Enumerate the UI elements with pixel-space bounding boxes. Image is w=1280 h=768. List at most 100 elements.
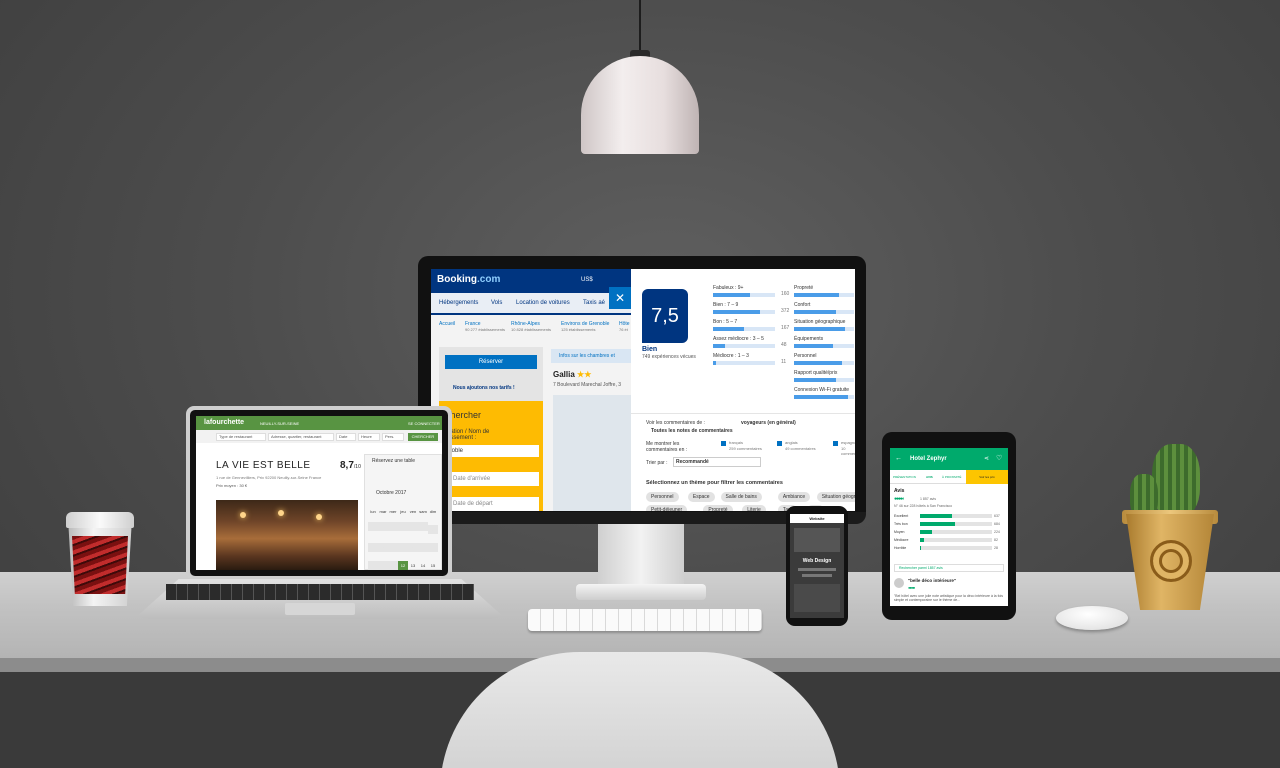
checkout-field[interactable]: Date de départ xyxy=(443,497,539,511)
filter-sub[interactable]: Toutes les notes de commentaires xyxy=(651,428,733,434)
heart-icon[interactable]: ♡ xyxy=(996,454,1002,462)
monitor-screen: Booking.com US$ Hébergements Vols Locati… xyxy=(431,269,855,511)
calendar-day[interactable]: 12 xyxy=(398,561,408,570)
calendar-day[interactable]: 13 xyxy=(408,561,418,570)
view-prices-button[interactable]: Voir les prix xyxy=(966,470,1008,484)
login-link[interactable]: SE CONNECTER xyxy=(408,421,440,426)
theme-chip[interactable]: Espace xyxy=(687,492,715,502)
theme-chip[interactable]: Petit-déjeuner xyxy=(646,505,688,511)
theme-chip[interactable]: Ambiance xyxy=(777,492,811,502)
theme-chip[interactable]: Personnel xyxy=(646,492,679,502)
laptop-keyboard xyxy=(166,584,474,600)
back-arrow-icon[interactable]: ← xyxy=(895,455,902,462)
calendar-day[interactable]: 7 xyxy=(418,543,428,552)
calendar-weekday: dim xyxy=(429,509,437,514)
currency-selector[interactable]: US$ xyxy=(581,277,593,283)
tab-taxis[interactable]: Taxis aé xyxy=(583,300,605,306)
calendar-day xyxy=(398,522,408,531)
category-bar-fill xyxy=(794,395,848,399)
distribution-count: 48 xyxy=(781,342,787,348)
tab-avis[interactable]: AVIS xyxy=(926,475,933,479)
map-area[interactable] xyxy=(553,395,631,511)
ranking: N° 46 sur 228 hôtels à San Francisco xyxy=(894,504,953,508)
distribution-bar-fill xyxy=(713,327,744,331)
breadcrumb-count: 76 ét xyxy=(619,327,628,332)
tablet-screen: ← Hotel Zephyr ⋖ ♡ PRÉSENTATION AVIS À P… xyxy=(890,448,1008,606)
tripadvisor-header xyxy=(890,448,1008,470)
language-name: anglais xyxy=(785,440,798,445)
calendar-day[interactable]: 8 xyxy=(428,543,438,552)
divider xyxy=(631,413,855,414)
sort-label: Trier par : xyxy=(646,460,668,466)
calendar-day[interactable]: 4 xyxy=(388,543,398,552)
theme-chip[interactable]: Propreté xyxy=(703,505,733,511)
rating-count: 684 xyxy=(994,522,1000,526)
breadcrumb-accueil[interactable]: Accueil xyxy=(439,321,455,327)
calendar-day[interactable]: 10 xyxy=(378,561,388,570)
lafourchette-logo[interactable]: lafourchette xyxy=(204,419,244,426)
review-title[interactable]: "belle déco intérieure" xyxy=(908,578,956,583)
mouse xyxy=(1056,606,1128,630)
tab-location-voitures[interactable]: Location de voitures xyxy=(516,300,570,306)
calendar-day[interactable]: 1 xyxy=(428,525,438,534)
calendar-day[interactable]: 6 xyxy=(408,543,418,552)
date-select[interactable]: Date xyxy=(336,433,356,441)
rating-count: 82 xyxy=(994,538,998,542)
close-icon[interactable]: ✕ xyxy=(609,287,631,309)
distribution-label: Assez médiocre : 3 – 5 xyxy=(713,336,764,342)
pot-pattern xyxy=(1150,540,1192,582)
room-info-banner[interactable]: Infos sur les chambres et xyxy=(551,349,631,363)
share-icon[interactable]: ⋖ xyxy=(984,455,989,462)
distribution-bar-fill xyxy=(713,361,716,365)
review-total: 1 857 avis xyxy=(920,497,936,501)
category-bar-fill xyxy=(794,344,833,348)
reserve-button[interactable]: Réserver xyxy=(445,355,537,369)
distribution-label: Fabuleux : 9+ xyxy=(713,285,744,291)
pendant-lamp xyxy=(581,56,699,154)
rating-label: Moyen xyxy=(894,530,905,534)
laptop-trackpad xyxy=(285,603,355,615)
booking-logo[interactable]: Booking.com xyxy=(437,274,500,285)
phone-site-brand[interactable]: Website xyxy=(790,514,844,523)
rating-count: 637 xyxy=(994,514,1000,518)
sort-select[interactable]: Recommandé xyxy=(673,457,761,467)
calendar-day[interactable]: 14 xyxy=(418,561,428,570)
calendar-day[interactable]: 5 xyxy=(398,543,408,552)
theme-chip[interactable]: Literie xyxy=(742,505,766,511)
review-count: 749 expériences vécues xyxy=(642,354,696,360)
hour-select[interactable]: Heure xyxy=(358,433,380,441)
search-button[interactable]: CHERCHER xyxy=(408,433,438,441)
calendar-day[interactable]: 9 xyxy=(368,561,378,570)
language-checkbox[interactable] xyxy=(721,441,726,446)
filter-select[interactable]: voyageurs (en général) xyxy=(741,420,796,426)
tab-presentation[interactable]: PRÉSENTATION xyxy=(893,475,916,479)
language-checkbox[interactable] xyxy=(833,441,838,446)
restaurant-photo[interactable] xyxy=(216,500,358,570)
rating-label: Excellent xyxy=(894,514,909,518)
destination-input[interactable]: enoble xyxy=(443,445,539,457)
restaurant-rating: 8,7/10 xyxy=(340,460,361,471)
calendar-day[interactable]: 11 xyxy=(388,561,398,570)
search-reviews-input[interactable]: Rechercher parmi 1857 avis xyxy=(894,564,1004,572)
people-select[interactable]: Pers. xyxy=(382,433,404,441)
distribution-count: 11 xyxy=(781,359,787,365)
theme-chip[interactable]: Situation géographique xyxy=(816,492,855,502)
rating-count: 28 xyxy=(994,546,998,550)
theme-chip[interactable]: Salle de bains xyxy=(720,492,762,502)
tab-hebergements[interactable]: Hébergements xyxy=(439,300,478,306)
checkin-field[interactable]: Date d'arrivée xyxy=(443,472,539,486)
city-selector[interactable]: NEUILLY-SUR-SEINE xyxy=(260,421,299,426)
distribution-bar-fill xyxy=(713,344,725,348)
review-bubbles: ●●●●◐ xyxy=(908,585,916,590)
restaurant-type-select[interactable]: Type de restaurant xyxy=(216,433,266,441)
tab-vols[interactable]: Vols xyxy=(491,300,502,306)
calendar-day[interactable]: 2 xyxy=(368,543,378,552)
tab-proximite[interactable]: À PROXIMITÉ xyxy=(942,475,961,479)
language-checkbox[interactable] xyxy=(777,441,782,446)
address-input[interactable]: Adresse, quartier, restaurant xyxy=(268,433,334,441)
rating-label: Horrible xyxy=(894,546,907,550)
filter-label: Voir les commentaires de : xyxy=(646,420,705,426)
calendar-day[interactable]: 3 xyxy=(378,543,388,552)
restaurant-name: LA VIE EST BELLE xyxy=(216,460,311,471)
calendar-day[interactable]: 15 xyxy=(428,561,438,570)
